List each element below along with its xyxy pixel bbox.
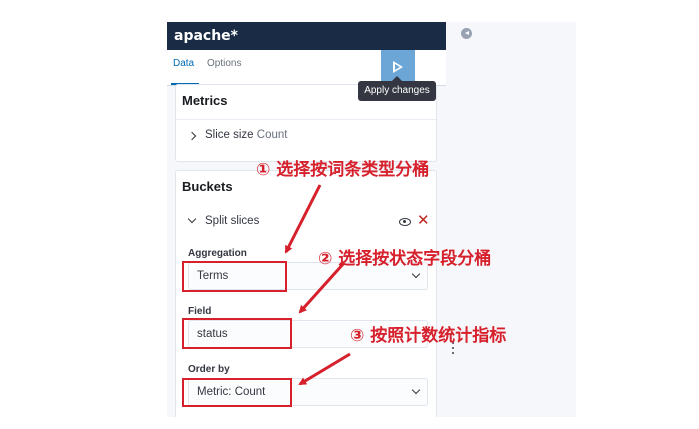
annotation-2: ② 选择按状态字段分桶 (318, 249, 492, 269)
arrow-2 (298, 261, 346, 314)
annotation-1: ① 选择按词条类型分桶 (256, 160, 430, 180)
arrow-1 (284, 184, 322, 254)
annotation-3: ③ 按照计数统计指标 (350, 326, 507, 346)
arrow-3 (298, 352, 351, 386)
annotation-arrows (284, 184, 351, 386)
